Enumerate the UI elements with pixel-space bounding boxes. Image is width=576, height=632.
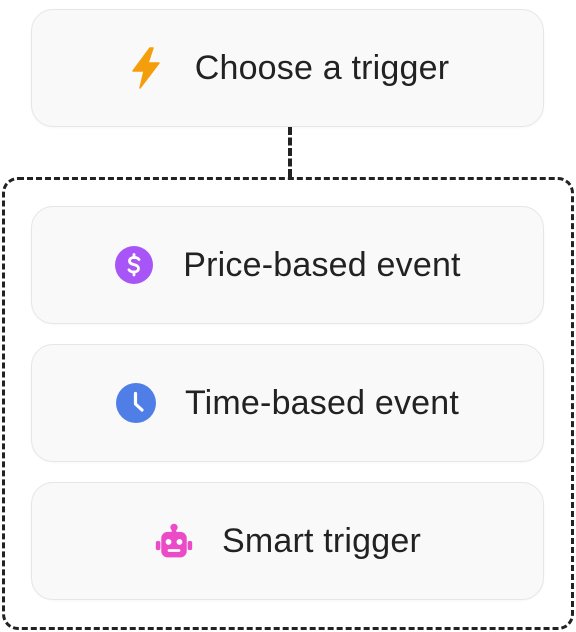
- trigger-flow-canvas: Choose a trigger Price-based event Time-…: [0, 0, 576, 632]
- dollar-circle-icon: [114, 245, 154, 285]
- choose-trigger-card[interactable]: Choose a trigger: [31, 9, 544, 127]
- smart-trigger-option[interactable]: Smart trigger: [31, 482, 544, 600]
- lightning-bolt-icon: [126, 47, 166, 89]
- robot-icon: [154, 521, 194, 561]
- price-based-event-label: Price-based event: [183, 245, 461, 284]
- time-based-event-label: Time-based event: [184, 383, 460, 422]
- time-based-event-option[interactable]: Time-based event: [31, 344, 544, 462]
- price-based-event-option[interactable]: Price-based event: [31, 206, 544, 324]
- clock-icon: [115, 383, 156, 423]
- smart-trigger-label: Smart trigger: [221, 521, 422, 560]
- dashed-connector-line: [288, 127, 292, 177]
- choose-trigger-label: Choose a trigger: [194, 48, 450, 87]
